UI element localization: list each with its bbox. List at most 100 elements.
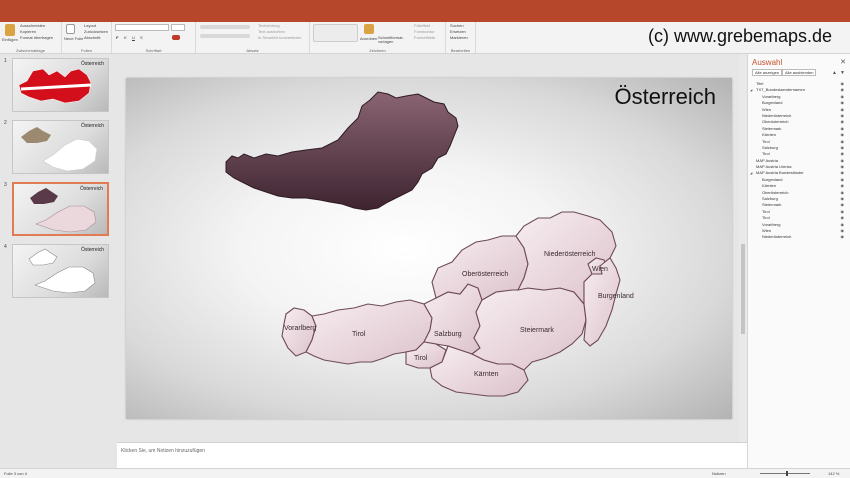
selection-item[interactable]: Niederösterreich ◉ <box>754 234 846 240</box>
shape-effects-button[interactable]: Formeffekte <box>414 35 435 40</box>
selection-item-label: Tirol <box>762 138 770 144</box>
vertical-scrollbar[interactable] <box>739 54 747 442</box>
selection-item-label: Oberösterreich <box>762 119 789 125</box>
selection-item-label: Vorarlberg <box>762 93 781 99</box>
convert-smartart-button[interactable]: In SmartArt konvertieren <box>258 35 301 40</box>
ribbon-group-clipboard: Einfügen Ausschneiden Kopieren Format üb… <box>0 22 62 53</box>
ribbon-group-editing: Suchen Ersetzen Markieren Bearbeiten <box>446 22 476 53</box>
thumbnail-slide-1[interactable]: Österreich <box>12 58 109 112</box>
underline-button[interactable]: U <box>132 35 135 40</box>
selection-item-label: Tirol <box>762 208 770 214</box>
selection-item-label: Titel <box>756 81 764 86</box>
select-button[interactable]: Markieren <box>450 35 468 40</box>
replace-button[interactable]: Ersetzen <box>450 29 466 34</box>
selection-item-label: Niederösterreich <box>762 234 792 240</box>
close-icon[interactable]: ✕ <box>840 58 846 66</box>
group-label: Zwischenablage <box>16 48 45 53</box>
ribbon-group-slides: Neue Folie Layout Zurücksetzen Abschnitt… <box>62 22 112 53</box>
selection-item-label: Salzburg <box>762 196 778 202</box>
notes-pane[interactable]: Klicken Sie, um Notizen hinzuzufügen <box>117 442 747 468</box>
italic-button[interactable]: K <box>124 35 127 40</box>
group-label: Absatz <box>246 48 259 53</box>
zoom-slider[interactable] <box>760 473 810 474</box>
selection-item-label: Wien <box>762 106 772 112</box>
hide-all-button[interactable]: Alle ausblenden <box>782 69 817 76</box>
selection-item-label: MAP Austria <box>756 157 778 163</box>
layout-button[interactable]: Layout <box>84 23 96 28</box>
title-bar <box>0 0 850 22</box>
selection-item-label: Burgenland <box>762 100 783 106</box>
group-label: Zeichnen <box>369 48 386 53</box>
send-backward-icon[interactable]: ▼ <box>840 70 845 76</box>
font-name-input[interactable] <box>115 24 169 31</box>
group-label: Bearbeiten <box>450 48 471 53</box>
thumbnail-slide-4[interactable]: Österreich <box>12 244 109 298</box>
visibility-eye-icon[interactable]: ◉ <box>841 234 845 240</box>
shape-fill-button[interactable]: Fülleffekt <box>414 23 430 28</box>
selection-item-label: Burgenland <box>762 176 783 182</box>
selection-item-label: Vorarlberg <box>762 221 781 227</box>
slide-thumbnails-pane: 1 Österreich 2 Österreich 3 Österreich 4… <box>0 54 116 468</box>
selection-item-label: Salzburg <box>762 144 778 150</box>
arrange-icon[interactable] <box>364 24 374 34</box>
selection-item-label: Kärnten <box>762 183 777 189</box>
new-slide-button[interactable]: Neue Folie <box>64 36 83 41</box>
status-bar: Folie 3 von 4 Notizen 142 % <box>0 468 850 478</box>
bring-forward-icon[interactable]: ▲ <box>832 70 837 76</box>
find-button[interactable]: Suchen <box>450 23 464 28</box>
label-steiermark: Steiermark <box>520 327 554 334</box>
show-all-button[interactable]: Alle anzeigen <box>752 69 783 76</box>
slide-editing-area: Österreich Vorarlberg Tirol Salzburg Tir… <box>117 54 747 442</box>
zoom-level[interactable]: 142 % <box>828 471 839 476</box>
paste-icon[interactable] <box>5 24 15 36</box>
font-size-input[interactable] <box>171 24 185 31</box>
selection-item-label: Tirol <box>762 215 770 221</box>
label-oberoesterreich: Oberösterreich <box>462 271 508 278</box>
arrange-button[interactable]: Anordnen <box>360 36 377 41</box>
bold-button[interactable]: F <box>116 35 118 40</box>
selection-item-label: Niederösterreich <box>762 112 792 118</box>
quick-styles-button[interactable]: Schnellformat-vorlagen <box>378 36 408 44</box>
ribbon-group-paragraph: Textrichtung Text ausrichten In SmartArt… <box>196 22 310 53</box>
selection-item-label: Steiermark <box>762 125 782 131</box>
list-buttons-icon[interactable] <box>200 25 250 29</box>
watermark-text: (c) www.grebemaps.de <box>648 26 833 47</box>
new-slide-icon[interactable] <box>66 24 75 34</box>
align-buttons-icon[interactable] <box>200 34 250 38</box>
selection-pane-title: Auswahl <box>752 58 783 67</box>
thumbnail-slide-3[interactable]: Österreich <box>12 182 109 236</box>
selection-item-label: Kärnten <box>762 132 777 138</box>
thumbnail-title: Österreich <box>80 247 104 253</box>
align-text-button[interactable]: Text ausrichten <box>258 29 285 34</box>
label-kaernten: Kärnten <box>474 371 499 378</box>
selection-item-label: Wien <box>762 227 772 233</box>
label-burgenland: Burgenland <box>598 293 634 300</box>
zoom-slider-handle[interactable] <box>786 471 788 476</box>
group-label: Schriftart <box>145 48 162 53</box>
slide-canvas[interactable]: Österreich Vorarlberg Tirol Salzburg Tir… <box>126 78 732 419</box>
section-button[interactable]: Abschnitt <box>84 35 100 40</box>
selection-item-label: Steiermark <box>762 202 782 208</box>
notes-toggle[interactable]: Notizen <box>712 471 726 476</box>
cut-button[interactable]: Ausschneiden <box>20 23 45 28</box>
paste-button[interactable]: Einfügen <box>2 37 18 42</box>
selection-list: Titel◉TXT_Bundeslaendernamen◉Vorarlberg◉… <box>750 81 846 241</box>
thumbnail-title: Österreich <box>80 61 104 67</box>
label-wien: Wien <box>592 266 608 273</box>
shape-outline-button[interactable]: Formkontur <box>414 29 434 34</box>
austria-silhouette[interactable] <box>225 91 459 211</box>
scrollbar-thumb[interactable] <box>741 244 745 334</box>
label-vorarlberg: Vorarlberg <box>284 325 316 332</box>
text-direction-button[interactable]: Textrichtung <box>258 23 280 28</box>
copy-button[interactable]: Kopieren <box>20 29 36 34</box>
slide-count: Folie 3 von 4 <box>4 471 27 476</box>
strikethrough-button[interactable]: S <box>140 35 143 40</box>
state-oberoesterreich[interactable] <box>431 235 529 301</box>
format-painter-button[interactable]: Format übertragen <box>20 35 53 40</box>
reset-button[interactable]: Zurücksetzen <box>84 29 108 34</box>
thumbnail-number: 4 <box>4 244 7 250</box>
thumbnail-slide-2[interactable]: Österreich <box>12 120 109 174</box>
shapes-gallery-icon[interactable] <box>313 24 358 42</box>
group-label: Folien <box>81 48 92 53</box>
font-color-icon[interactable] <box>172 35 180 40</box>
